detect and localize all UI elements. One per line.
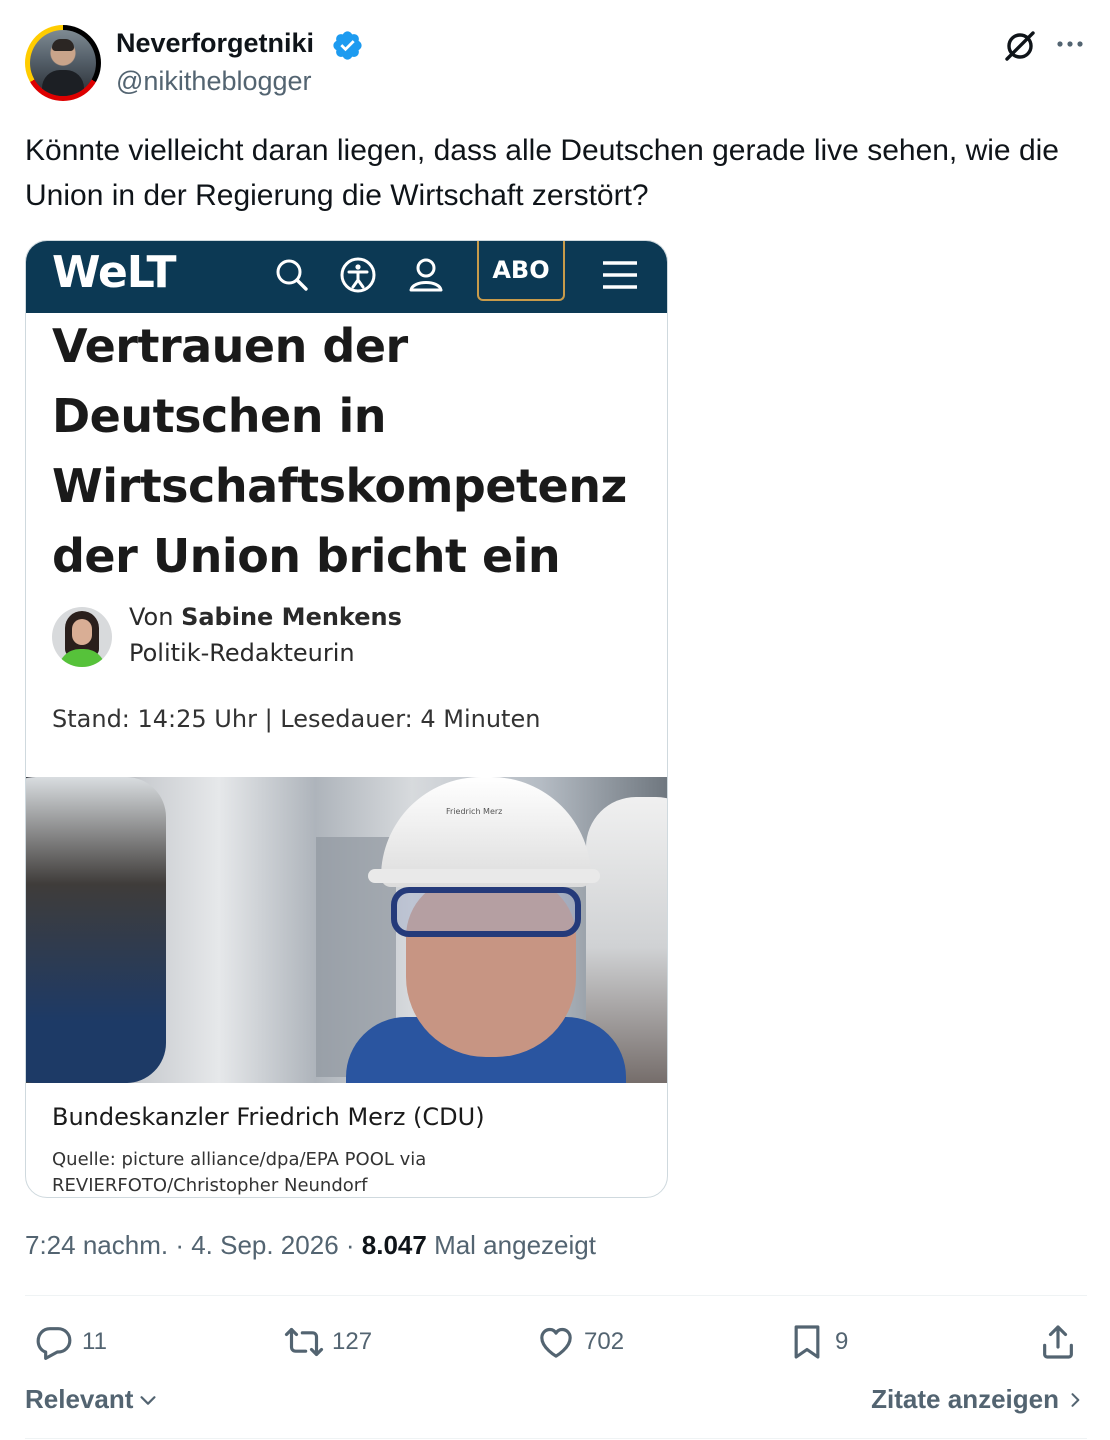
article-headline: Vertrauen der Deutschen in Wirtschaftsko… [52,319,627,583]
views-count: 8.047 [361,1230,427,1260]
chevron-down-icon [140,1395,156,1405]
share-button[interactable] [1038,1318,1078,1366]
views-label: Mal angezeigt [426,1230,596,1260]
view-quotes-link[interactable]: Zitate anzeigen [871,1384,1085,1415]
reply-count: 11 [82,1328,107,1355]
display-name[interactable]: Neverforgetniki [116,28,314,59]
sort-replies-dropdown[interactable]: Relevant [25,1384,159,1415]
like-icon [540,1327,572,1358]
reply-icon [36,1327,72,1360]
author-prefix: Von [129,603,182,631]
sort-label: Relevant [25,1384,134,1414]
photo-source: Quelle: picture alliance/dpa/EPA POOL vi… [52,1149,427,1196]
quotes-label: Zitate anzeigen [871,1384,1059,1414]
avatar-hair [52,39,74,51]
avatar-torso [42,70,84,96]
welt-header-bar: WeLT ABO [26,241,667,313]
photo-helmet-brim [368,869,600,883]
like-button[interactable]: 702 [536,1318,624,1366]
abo-button: ABO [477,241,565,301]
grok-icon[interactable] [1000,26,1040,66]
article-author-role: Politik-Redakteurin [129,639,355,667]
bookmark-button[interactable]: 9 [787,1318,848,1366]
photo-goggles [391,887,581,937]
like-count: 702 [584,1328,625,1355]
chevron-right-icon [1071,1392,1080,1407]
tweet-text: Könnte vielleicht daran liegen, dass all… [25,134,1059,212]
more-icon[interactable] [1052,26,1088,62]
menu-icon [603,261,637,289]
share-icon [1043,1325,1073,1359]
author-name: Sabine Menkens [181,603,402,631]
divider [25,1438,1087,1439]
article-author-avatar [52,607,112,667]
repost-icon [284,1327,324,1357]
tweet-timestamp: 7:24 nachm. · 4. Sep. 2026 · 8.047 Mal a… [25,1230,596,1261]
reply-button[interactable]: 11 [34,1318,107,1366]
author-avatar[interactable] [25,25,101,101]
article-meta: Stand: 14:25 Uhr | Lesedauer: 4 Minuten [52,705,541,733]
avatar-photo [30,30,96,96]
welt-logo: WeLT [52,247,177,298]
article-photo: Friedrich Merz [26,777,667,1083]
repost-button[interactable]: 127 [284,1318,372,1366]
user-icon [409,258,443,292]
author-handle[interactable]: @nikitheblogger [116,66,312,97]
photo-caption: Bundeskanzler Friedrich Merz (CDU) [52,1103,485,1131]
helmet-label: Friedrich Merz [446,807,503,816]
verified-badge-icon [333,31,362,60]
article-author: Von Sabine Menkens [129,603,402,631]
tweet-time[interactable]: 7:24 nachm. · 4. Sep. 2026 · [25,1230,362,1260]
search-icon [276,259,308,291]
repost-count: 127 [332,1328,373,1355]
photo-blur-left [26,777,166,1083]
tweet-media-image[interactable]: WeLT ABO Vertrauen der Deutschen in Wirt… [25,240,668,1198]
bookmark-count: 9 [835,1328,849,1355]
bookmark-icon [794,1325,820,1359]
author-face [72,619,92,645]
accessibility-icon [340,257,376,293]
divider [25,1295,1087,1296]
